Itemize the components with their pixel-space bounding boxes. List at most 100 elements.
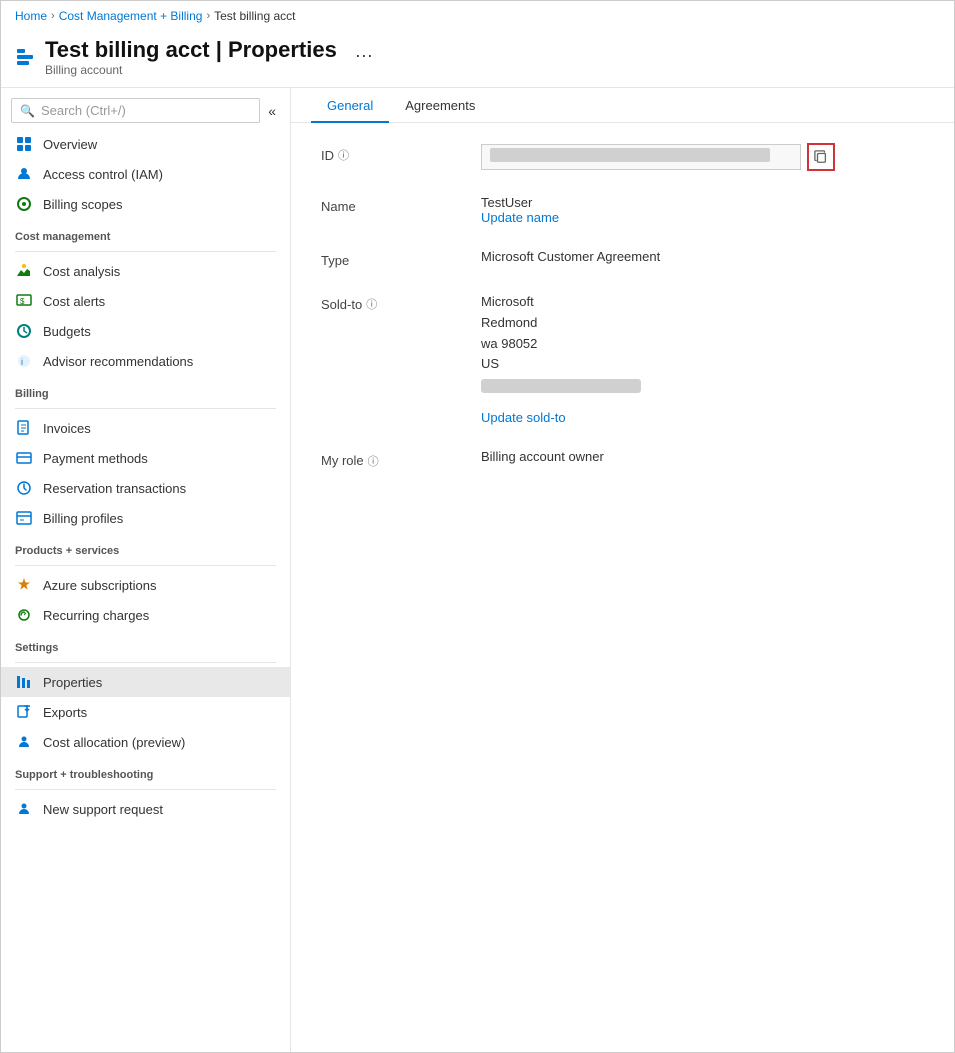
sold-to-blurred-value xyxy=(481,379,641,393)
sidebar-label-advisor: Advisor recommendations xyxy=(43,354,193,369)
search-placeholder: Search (Ctrl+/) xyxy=(41,103,126,118)
id-field-row xyxy=(481,143,924,171)
property-row-name: Name TestUser Update name xyxy=(321,195,924,225)
overview-icon xyxy=(15,135,33,153)
property-label-sold-to: Sold-to ⓘ xyxy=(321,292,481,312)
payment-icon xyxy=(15,449,33,467)
section-label-support: Support + troubleshooting xyxy=(1,757,290,785)
sidebar-item-reservation-transactions[interactable]: Reservation transactions xyxy=(1,473,290,503)
header-title-area: Test billing acct | Properties Billing a… xyxy=(45,37,337,77)
property-label-id: ID ⓘ xyxy=(321,143,481,163)
properties-content: ID ⓘ xyxy=(291,123,954,513)
sidebar-item-cost-analysis[interactable]: Cost analysis xyxy=(1,256,290,286)
sidebar-label-payment-methods: Payment methods xyxy=(43,451,148,466)
subscriptions-icon xyxy=(15,576,33,594)
page-header: Test billing acct | Properties Billing a… xyxy=(1,31,954,88)
sidebar-item-invoices[interactable]: Invoices xyxy=(1,413,290,443)
search-box[interactable]: 🔍 Search (Ctrl+/) xyxy=(11,98,260,123)
iam-icon xyxy=(15,165,33,183)
sidebar-label-invoices: Invoices xyxy=(43,421,91,436)
sidebar-label-new-support: New support request xyxy=(43,802,163,817)
sold-to-line2: Redmond xyxy=(481,313,924,334)
exports-icon xyxy=(15,703,33,721)
sidebar-item-iam[interactable]: Access control (IAM) xyxy=(1,159,290,189)
sidebar-item-payment-methods[interactable]: Payment methods xyxy=(1,443,290,473)
search-icon: 🔍 xyxy=(20,104,35,118)
divider-cost-management xyxy=(15,251,276,252)
svg-text:$: $ xyxy=(20,297,25,306)
id-input xyxy=(481,144,801,170)
sidebar-label-cost-analysis: Cost analysis xyxy=(43,264,120,279)
sidebar-label-billing-profiles: Billing profiles xyxy=(43,511,123,526)
sidebar-label-reservation-transactions: Reservation transactions xyxy=(43,481,186,496)
header-ellipsis-button[interactable]: ··· xyxy=(355,45,373,66)
breadcrumb-home[interactable]: Home xyxy=(15,9,47,23)
collapse-sidebar-button[interactable]: « xyxy=(264,99,280,123)
cost-allocation-icon xyxy=(15,733,33,751)
property-value-sold-to: Microsoft Redmond wa 98052 US Update sol… xyxy=(481,292,924,425)
sidebar-item-exports[interactable]: Exports xyxy=(1,697,290,727)
sidebar-item-properties[interactable]: Properties xyxy=(1,667,290,697)
section-label-products: Products + services xyxy=(1,533,290,561)
search-row: 🔍 Search (Ctrl+/) « xyxy=(1,88,290,129)
content-area: General Agreements ID ⓘ xyxy=(291,88,954,1052)
id-info-icon: ⓘ xyxy=(338,147,349,163)
reservation-icon xyxy=(15,479,33,497)
property-value-my-role: Billing account owner xyxy=(481,449,924,464)
copy-id-button[interactable] xyxy=(807,143,835,171)
property-value-id xyxy=(481,143,924,171)
sidebar-label-iam: Access control (IAM) xyxy=(43,167,163,182)
sidebar-item-overview[interactable]: Overview xyxy=(1,129,290,159)
invoices-icon xyxy=(15,419,33,437)
property-row-type: Type Microsoft Customer Agreement xyxy=(321,249,924,268)
tab-general[interactable]: General xyxy=(311,88,389,123)
cost-alerts-icon: $ xyxy=(15,292,33,310)
section-label-settings: Settings xyxy=(1,630,290,658)
svg-text:i: i xyxy=(21,357,23,367)
divider-billing xyxy=(15,408,276,409)
property-label-name: Name xyxy=(321,195,481,214)
id-blurred-value xyxy=(490,148,770,162)
my-role-info-icon: ⓘ xyxy=(368,453,379,469)
type-value: Microsoft Customer Agreement xyxy=(481,249,660,264)
sidebar-item-azure-subscriptions[interactable]: Azure subscriptions xyxy=(1,570,290,600)
main-layout: 🔍 Search (Ctrl+/) « Overview xyxy=(1,88,954,1052)
sidebar-item-cost-alerts[interactable]: $ Cost alerts xyxy=(1,286,290,316)
breadcrumb: Home › Cost Management + Billing › Test … xyxy=(1,1,954,31)
sold-to-line1: Microsoft xyxy=(481,292,924,313)
sidebar-label-budgets: Budgets xyxy=(43,324,91,339)
sidebar-label-azure-subscriptions: Azure subscriptions xyxy=(43,578,156,593)
recurring-icon xyxy=(15,606,33,624)
sidebar-label-cost-allocation: Cost allocation (preview) xyxy=(43,735,185,750)
budgets-icon xyxy=(15,322,33,340)
tab-agreements[interactable]: Agreements xyxy=(389,88,491,123)
tabs-row: General Agreements xyxy=(291,88,954,123)
update-sold-to-link[interactable]: Update sold-to xyxy=(481,410,566,425)
sidebar-item-billing-scopes[interactable]: Billing scopes xyxy=(1,189,290,219)
billing-profiles-icon xyxy=(15,509,33,527)
support-icon xyxy=(15,800,33,818)
sidebar-label-recurring-charges: Recurring charges xyxy=(43,608,149,623)
property-row-sold-to: Sold-to ⓘ Microsoft Redmond wa 98052 US … xyxy=(321,292,924,425)
sidebar-item-billing-profiles[interactable]: Billing profiles xyxy=(1,503,290,533)
breadcrumb-current: Test billing acct xyxy=(214,9,295,23)
sidebar-item-recurring-charges[interactable]: Recurring charges xyxy=(1,600,290,630)
sidebar-label-properties: Properties xyxy=(43,675,102,690)
sidebar-label-overview: Overview xyxy=(43,137,97,152)
sidebar-label-cost-alerts: Cost alerts xyxy=(43,294,105,309)
sidebar-item-cost-allocation[interactable]: Cost allocation (preview) xyxy=(1,727,290,757)
sidebar-item-new-support[interactable]: New support request xyxy=(1,794,290,824)
sidebar-item-budgets[interactable]: Budgets xyxy=(1,316,290,346)
cost-analysis-icon xyxy=(15,262,33,280)
billing-scopes-icon xyxy=(15,195,33,213)
sidebar-item-advisor[interactable]: i Advisor recommendations xyxy=(1,346,290,376)
property-label-type: Type xyxy=(321,249,481,268)
property-row-my-role: My role ⓘ Billing account owner xyxy=(321,449,924,469)
sidebar-label-billing-scopes: Billing scopes xyxy=(43,197,123,212)
page-subtitle: Billing account xyxy=(45,63,337,77)
property-label-my-role: My role ⓘ xyxy=(321,449,481,469)
sold-to-line4: US xyxy=(481,354,924,375)
breadcrumb-parent[interactable]: Cost Management + Billing xyxy=(59,9,203,23)
update-name-link[interactable]: Update name xyxy=(481,210,559,225)
sold-to-value: Microsoft Redmond wa 98052 US xyxy=(481,292,924,400)
